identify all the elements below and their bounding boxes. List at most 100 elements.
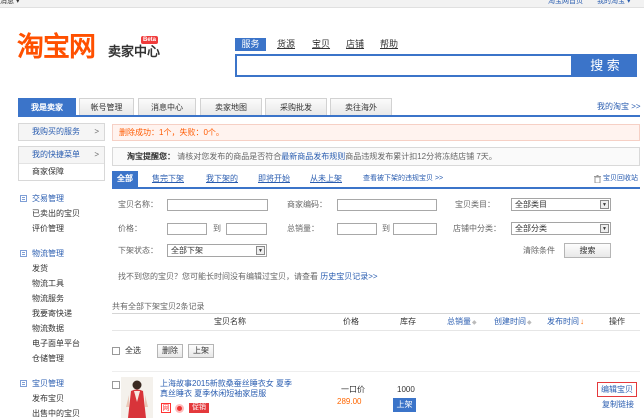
sidebar-section-trade[interactable]: 交易管理 <box>18 191 105 206</box>
price-to-input[interactable] <box>226 223 267 235</box>
badge-icon <box>175 404 184 413</box>
delist-status-label: 下架状态： <box>118 246 158 255</box>
item-title-link[interactable]: 上海故事2015新款桑蚕丝睡衣女 夏季真丝睡衣 夏季休闲短袖家居服 <box>160 379 300 399</box>
sales-from-input[interactable] <box>337 223 377 235</box>
reminder-label: 淘宝提醒您： <box>127 152 175 161</box>
sidebar-item-sold-items[interactable]: 已卖出的宝贝 <box>18 206 105 221</box>
my-taobao-menu[interactable]: 我的淘宝 ▾ <box>597 0 630 7</box>
sales-to-input[interactable] <box>393 223 437 235</box>
chevron-right-icon: > <box>94 150 99 159</box>
delist-status-select[interactable]: 全部下架 ▼ <box>167 244 267 257</box>
item-name-input[interactable] <box>167 199 268 211</box>
quick-menu-item-guarantee[interactable]: 商家保障 <box>32 164 64 180</box>
price-from-input[interactable] <box>167 223 207 235</box>
nav-tab-overseas[interactable]: 卖往海外 <box>330 98 392 115</box>
delete-button[interactable]: 删除 <box>157 344 183 358</box>
sidebar-item-logistics-tools[interactable]: 物流工具 <box>18 276 105 291</box>
sidebar-section-title: 物流管理 <box>32 249 64 258</box>
sidebar-item-e-waybill[interactable]: 电子面单平台 <box>18 336 105 351</box>
reminder-box: 淘宝提醒您： 请核对您发布的商品是否符合最新商品发布规则商品违规发布累计扣12分… <box>112 147 640 166</box>
item-thumbnail[interactable] <box>121 377 153 418</box>
reminder-text: 请核对您发布的商品是否符合 <box>177 152 282 161</box>
nav-tab-seller-map[interactable]: 卖家地图 <box>200 98 262 115</box>
column-header-label: 总销量 <box>447 317 471 326</box>
table-header-bottom-border <box>112 330 640 331</box>
quick-menu-box: 我的快捷菜单 > 商家保障 <box>18 146 105 181</box>
success-notice: 删除成功：1个，失败：0个。 <box>112 124 640 141</box>
clear-filters-link[interactable]: 清除条件 <box>523 245 555 257</box>
category-select[interactable]: 全部类目 ▼ <box>511 198 611 211</box>
seller-center-title: 卖家中心 <box>108 44 161 59</box>
rules-link[interactable]: 最新商品发布规则 <box>281 152 345 161</box>
column-header-created[interactable]: 创建时间◆ <box>494 315 532 330</box>
search-tab-shop[interactable]: 店铺 <box>346 38 364 51</box>
my-taobao-link[interactable]: 我的淘宝 >> <box>597 98 641 115</box>
messages-menu[interactable]: 消息 ▾ <box>0 0 19 7</box>
purchased-services-box[interactable]: 我购买的服务 > <box>18 123 105 141</box>
nav-tab-messages[interactable]: 消息中心 <box>138 98 196 115</box>
reminder-text-end: 商品违规发布累计扣12分将冻结店铺 7天。 <box>345 152 497 161</box>
history-items-link[interactable]: 历史宝贝记录>> <box>320 272 377 281</box>
column-header-price: 价格 <box>343 317 359 326</box>
nav-tab-wholesale[interactable]: 采购批发 <box>265 98 327 115</box>
search-tab-item[interactable]: 宝贝 <box>312 38 330 51</box>
price-type: 一口价 <box>341 385 365 394</box>
column-header-total-sales[interactable]: 总销量◆ <box>447 315 477 330</box>
search-tab-service[interactable]: 服务 <box>235 38 266 51</box>
item-price: 289.00 <box>337 397 362 406</box>
chevron-right-icon: > <box>94 127 99 136</box>
search-tab-help[interactable]: 帮助 <box>380 38 398 51</box>
quick-menu-header[interactable]: 我的快捷菜单 > <box>19 147 104 164</box>
sidebar-nav: 交易管理 已卖出的宝贝 评价管理 物流管理 发货 物流工具 物流服务 我要寄快递… <box>18 191 105 418</box>
list-item-button[interactable]: 上架 <box>393 398 416 412</box>
bulk-list-button[interactable]: 上架 <box>188 344 214 358</box>
nav-tab-seller[interactable]: 我是卖家 <box>18 98 76 115</box>
chevron-down-icon: ▼ <box>256 246 265 255</box>
sidebar-item-logistics-services[interactable]: 物流服务 <box>18 291 105 306</box>
price-to-label: 到 <box>213 224 221 233</box>
tab-upcoming[interactable]: 即将开始 <box>258 171 290 187</box>
merchant-code-input[interactable] <box>337 199 437 211</box>
search-tab-supply[interactable]: 货源 <box>277 38 295 51</box>
sidebar-item-publish[interactable]: 发布宝贝 <box>18 391 105 406</box>
sidebar-section-logistics[interactable]: 物流管理 <box>18 246 105 261</box>
nav-underline <box>18 115 640 117</box>
history-hint: 找不到您的宝贝？您可能长时间没有编辑过宝贝，请查看 历史宝贝记录>> <box>118 271 378 282</box>
sidebar-item-on-sale[interactable]: 出售中的宝贝 <box>18 406 105 418</box>
filter-search-button[interactable]: 搜索 <box>564 243 611 258</box>
shop-category-select[interactable]: 全部分类 ▼ <box>511 222 611 235</box>
category-select-value: 全部类目 <box>515 200 547 209</box>
tab-all[interactable]: 全部 <box>112 171 138 187</box>
taobao-logo[interactable]: 淘宝网 <box>17 31 96 63</box>
sidebar-item-warehouse[interactable]: 仓储管理 <box>18 351 105 366</box>
delist-status-select-value: 全部下架 <box>171 246 203 255</box>
taobao-home-link[interactable]: 淘宝网首页 <box>548 0 583 7</box>
sidebar-section-title: 宝贝管理 <box>32 379 64 388</box>
nav-tab-account[interactable]: 帐号管理 <box>79 98 134 115</box>
sidebar-item-send-express[interactable]: 我要寄快递 <box>18 306 105 321</box>
column-header-actions: 操作 <box>609 317 625 326</box>
recycle-bin-link[interactable]: 宝贝回收站 <box>603 171 638 187</box>
column-header-item-name: 宝贝名称 <box>214 317 246 326</box>
tab-never-listed[interactable]: 从未上架 <box>310 171 342 187</box>
shop-category-select-value: 全部分类 <box>515 224 547 233</box>
beta-badge: Beta <box>141 36 159 44</box>
sidebar-section-title: 交易管理 <box>32 194 64 203</box>
select-all-checkbox[interactable] <box>112 347 120 355</box>
copy-link-button[interactable]: 复制链接 <box>602 400 634 410</box>
row-checkbox[interactable] <box>112 381 120 389</box>
chevron-down-icon: ▼ <box>600 224 609 233</box>
edit-item-button[interactable]: 编辑宝贝 <box>597 382 637 397</box>
violation-items-link[interactable]: 查看被下架的违规宝贝 >> <box>363 171 443 187</box>
purchased-services-label: 我购买的服务 <box>32 127 80 136</box>
chevron-down-icon: ▼ <box>600 200 609 209</box>
sidebar-item-reviews[interactable]: 评价管理 <box>18 221 105 236</box>
sidebar-section-items[interactable]: 宝贝管理 <box>18 376 105 391</box>
search-button[interactable]: 搜 索 <box>573 54 637 77</box>
tab-sold-out[interactable]: 售完下架 <box>152 171 184 187</box>
sidebar-item-ship[interactable]: 发货 <box>18 261 105 276</box>
column-header-published[interactable]: 发布时间↓ <box>547 315 584 328</box>
search-input[interactable] <box>235 54 573 77</box>
tab-delisted-by-me[interactable]: 我下架的 <box>206 171 238 187</box>
sidebar-item-logistics-data[interactable]: 物流数据 <box>18 321 105 336</box>
